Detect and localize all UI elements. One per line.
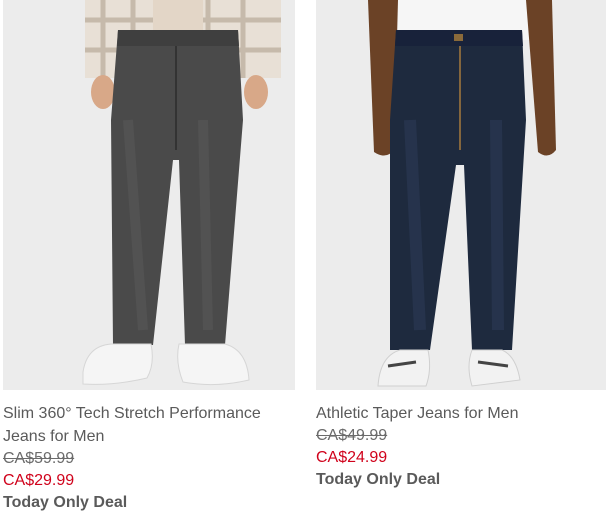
product-image[interactable] (3, 0, 295, 390)
product-image[interactable] (316, 0, 606, 390)
product-name[interactable]: Athletic Taper Jeans for Men (316, 402, 606, 425)
product-card[interactable]: Slim 360° Tech Stretch Performance Jeans… (3, 0, 295, 514)
product-info: Slim 360° Tech Stretch Performance Jeans… (3, 390, 295, 514)
original-price: CA$59.99 (3, 450, 75, 467)
jeans-photo-grey (3, 0, 295, 390)
original-price: CA$49.99 (316, 427, 388, 444)
sale-price: CA$24.99 (316, 449, 388, 466)
product-card[interactable]: Athletic Taper Jeans for Men CA$49.99 CA… (316, 0, 606, 491)
product-info: Athletic Taper Jeans for Men CA$49.99 CA… (316, 390, 606, 491)
deal-label: Today Only Deal (316, 471, 441, 488)
product-grid: Slim 360° Tech Stretch Performance Jeans… (0, 0, 606, 512)
jeans-photo-dark (316, 0, 606, 390)
sale-price: CA$29.99 (3, 472, 75, 489)
product-name[interactable]: Slim 360° Tech Stretch Performance Jeans… (3, 402, 295, 448)
deal-label: Today Only Deal (3, 494, 128, 511)
